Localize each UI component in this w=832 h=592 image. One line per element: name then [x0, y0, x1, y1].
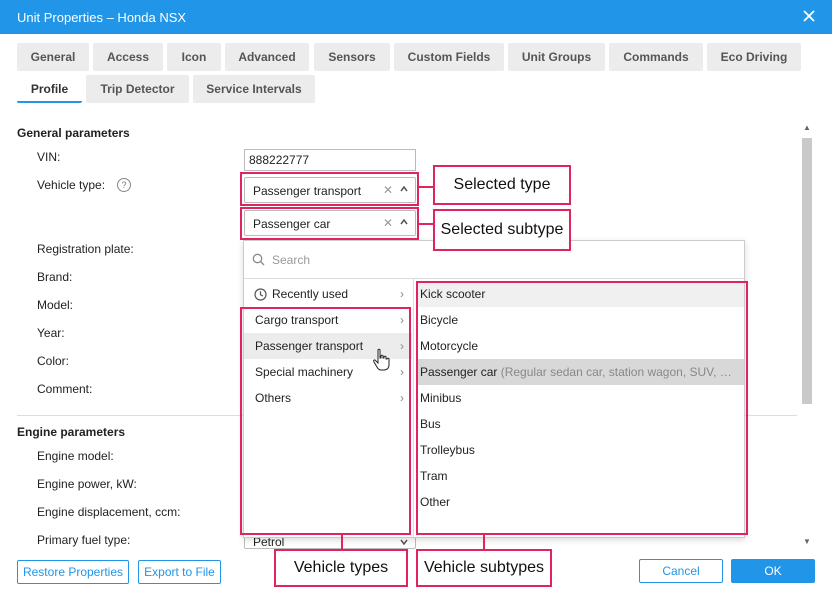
export-to-file-button[interactable]: Export to File — [138, 560, 221, 584]
type-label: Recently used — [272, 287, 349, 301]
engine-displacement-label: Engine displacement, ccm: — [37, 505, 181, 519]
comment-label: Comment: — [37, 382, 93, 396]
tab-general[interactable]: General — [17, 43, 89, 71]
connector-line — [341, 535, 343, 549]
tab-profile[interactable]: Profile — [17, 75, 82, 103]
tab-unit-groups[interactable]: Unit Groups — [508, 43, 605, 71]
annotation-box-type — [240, 172, 419, 206]
fuel-type-label: Primary fuel type: — [37, 533, 131, 547]
close-icon[interactable] — [802, 9, 816, 23]
tab-sensors[interactable]: Sensors — [314, 43, 390, 71]
annotation-box-types — [240, 307, 411, 535]
callout-selected-type: Selected type — [433, 165, 571, 205]
tab-commands[interactable]: Commands — [609, 43, 703, 71]
color-label: Color: — [37, 354, 70, 368]
scroll-up-icon[interactable]: ▲ — [802, 124, 812, 132]
general-section-title: General parameters — [17, 126, 130, 140]
tab-advanced[interactable]: Advanced — [225, 43, 309, 71]
connector-line — [419, 223, 433, 225]
engine-model-label: Engine model: — [37, 449, 114, 463]
chevron-right-icon: › — [400, 287, 404, 301]
type-recently-used[interactable]: Recently used › — [244, 281, 412, 307]
annotation-box-subtype — [240, 207, 419, 240]
search-placeholder: Search — [272, 253, 311, 267]
vin-input[interactable]: 888222777 — [244, 149, 416, 171]
tab-access[interactable]: Access — [93, 43, 163, 71]
tab-custom-fields[interactable]: Custom Fields — [394, 43, 504, 71]
cancel-button[interactable]: Cancel — [639, 559, 723, 583]
clock-icon — [254, 288, 267, 301]
connector-line — [483, 535, 485, 549]
annotation-box-subtypes — [416, 281, 748, 535]
scroll-down-icon[interactable]: ▼ — [802, 538, 812, 546]
restore-properties-button[interactable]: Restore Properties — [17, 560, 129, 584]
brand-label: Brand: — [37, 270, 73, 284]
model-label: Model: — [37, 298, 74, 312]
ok-button[interactable]: OK — [731, 559, 815, 583]
scrollbar-thumb[interactable] — [802, 138, 812, 404]
tab-trip-detector[interactable]: Trip Detector — [86, 75, 189, 103]
callout-selected-subtype: Selected subtype — [433, 209, 571, 251]
tab-service-intervals[interactable]: Service Intervals — [193, 75, 315, 103]
registration-label: Registration plate: — [37, 242, 134, 256]
tab-eco-driving[interactable]: Eco Driving — [707, 43, 801, 71]
callout-vehicle-subtypes: Vehicle subtypes — [416, 549, 552, 587]
help-icon[interactable]: ? — [117, 178, 131, 192]
engine-section-title: Engine parameters — [17, 425, 126, 439]
search-icon — [252, 253, 265, 266]
chevron-down-icon[interactable] — [399, 537, 409, 547]
engine-power-label: Engine power, kW: — [37, 477, 137, 491]
tab-icon[interactable]: Icon — [167, 43, 221, 71]
connector-line — [419, 186, 433, 188]
year-label: Year: — [37, 326, 65, 340]
title-bar: Unit Properties – Honda NSX — [0, 0, 832, 34]
window-title: Unit Properties – Honda NSX — [17, 10, 187, 25]
vehicle-type-label: Vehicle type: — [37, 178, 106, 192]
callout-vehicle-types: Vehicle types — [274, 549, 408, 587]
vin-label: VIN: — [37, 150, 61, 164]
